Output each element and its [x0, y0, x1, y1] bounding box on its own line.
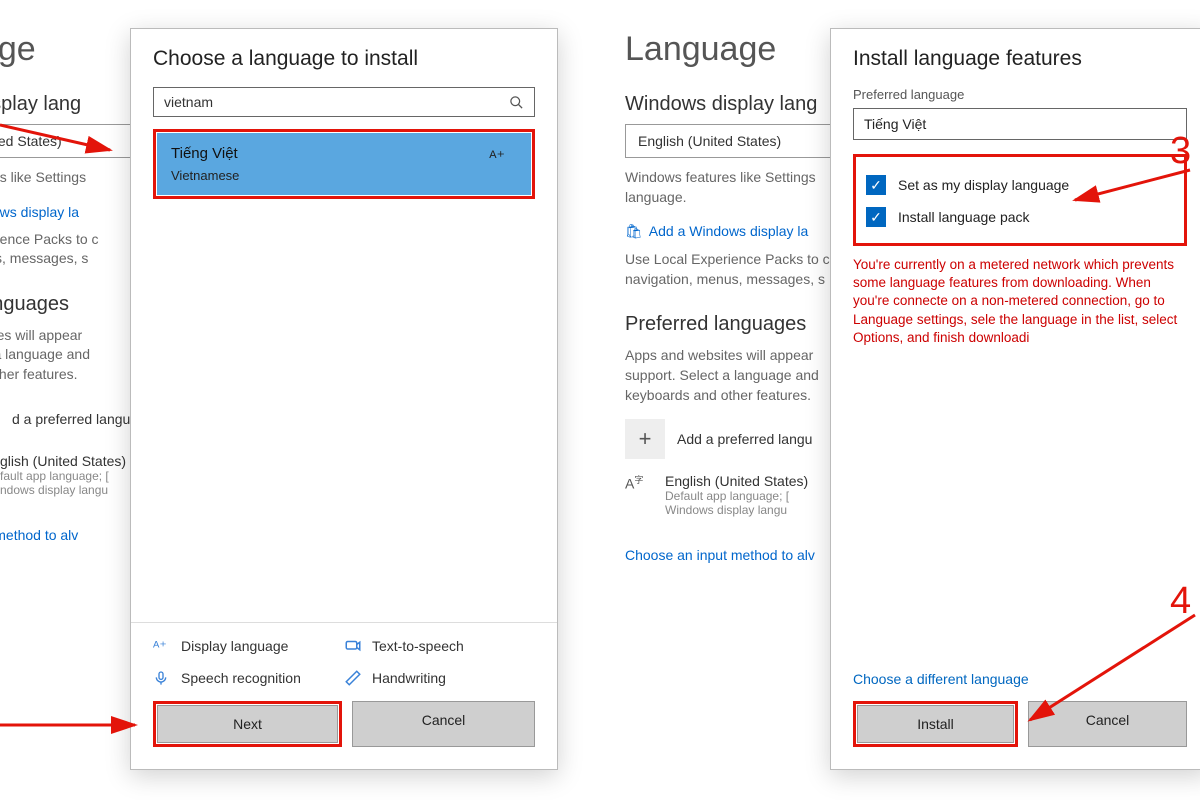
search-icon: [509, 95, 524, 110]
selected-language-field: Tiếng Việt: [853, 108, 1187, 140]
language-english-name: Vietnamese: [171, 168, 517, 183]
cancel-button[interactable]: Cancel: [352, 701, 535, 747]
store-icon: 🛍: [625, 223, 643, 239]
preferred-language-sub1: fault app language; [: [0, 469, 126, 483]
legend-text-to-speech: Text-to-speech: [344, 637, 535, 655]
choose-different-language-link[interactable]: Choose a different language: [853, 671, 1187, 687]
annotation-arrow: [0, 700, 150, 750]
plus-icon: +: [625, 419, 665, 459]
preferred-language-sub2: ndows display langu: [0, 483, 126, 497]
feature-legend: ᴬ⁺ Display language Text-to-speech Speec…: [131, 622, 557, 701]
legend-speech-recognition: Speech recognition: [153, 669, 344, 687]
language-icon: A字: [625, 473, 653, 501]
checkbox-label: Install language pack: [898, 209, 1030, 225]
language-search-input[interactable]: [164, 94, 501, 110]
preferred-language-label: Preferred language: [853, 87, 1187, 102]
text-to-speech-icon: [344, 637, 362, 655]
language-result-vietnamese[interactable]: Tiếng Việt Vietnamese ᴬ⁺: [157, 133, 531, 195]
install-language-pack-checkbox[interactable]: ✓ Install language pack: [866, 207, 1174, 227]
preferred-language-sub1: Default app language; [: [665, 489, 808, 503]
add-preferred-language-label: d a preferred langu: [12, 411, 130, 427]
checkbox-checked-icon: ✓: [866, 175, 886, 195]
handwriting-icon: [344, 669, 362, 687]
cancel-button[interactable]: Cancel: [1028, 701, 1187, 747]
choose-language-dialog: Choose a language to install Tiếng Việt …: [130, 28, 558, 770]
display-language-icon: ᴬ⁺: [153, 637, 171, 655]
annotation-highlight-box: Tiếng Việt Vietnamese ᴬ⁺: [153, 129, 535, 199]
dialog-title: Install language features: [853, 47, 1187, 71]
annotation-number-3: 3: [1170, 130, 1191, 173]
annotation-highlight-box: ✓ Set as my display language ✓ Install l…: [853, 154, 1187, 246]
annotation-highlight-box: Next: [153, 701, 342, 747]
preferred-language-name: English (United States): [665, 473, 808, 489]
checkbox-checked-icon: ✓: [866, 207, 886, 227]
speech-recognition-icon: [153, 669, 171, 687]
install-language-features-dialog: Install language features Preferred lang…: [830, 28, 1200, 770]
add-preferred-language-label: Add a preferred langu: [677, 431, 812, 447]
preferred-language-name: glish (United States): [0, 453, 126, 469]
checkbox-label: Set as my display language: [898, 177, 1069, 193]
legend-display-language: ᴬ⁺ Display language: [153, 637, 344, 655]
legend-handwriting: Handwriting: [344, 669, 535, 687]
language-native-name: Tiếng Việt: [171, 145, 517, 162]
annotation-number-4: 4: [1170, 580, 1191, 623]
set-display-language-checkbox[interactable]: ✓ Set as my display language: [866, 175, 1174, 195]
language-search-input-wrap[interactable]: [153, 87, 535, 117]
install-button[interactable]: Install: [857, 705, 1014, 743]
annotation-highlight-box: Install: [853, 701, 1018, 747]
metered-network-warning: You're currently on a metered network wh…: [853, 256, 1187, 347]
preferred-language-sub2: Windows display langu: [665, 503, 808, 517]
dialog-title: Choose a language to install: [153, 47, 535, 71]
display-language-available-icon: ᴬ⁺: [489, 147, 505, 167]
next-button[interactable]: Next: [157, 705, 338, 743]
